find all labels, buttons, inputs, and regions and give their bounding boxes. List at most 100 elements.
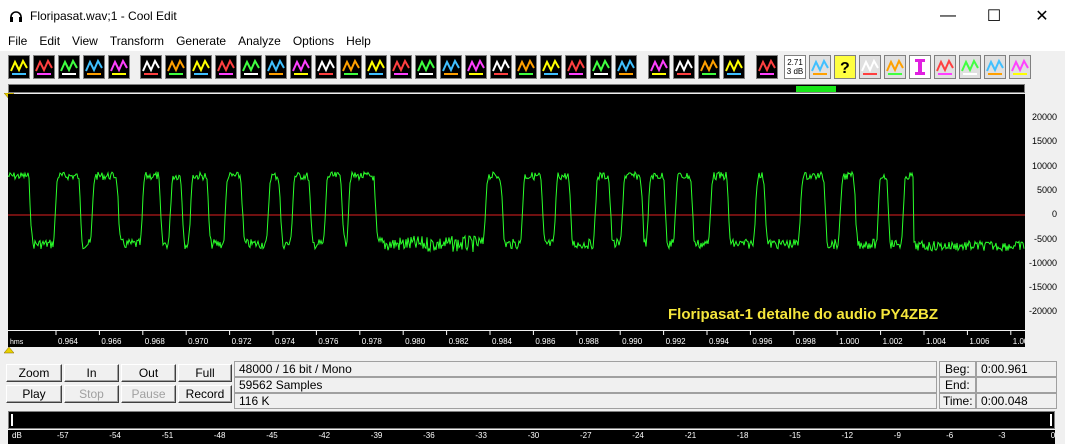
vu-db-label: -6 [946,431,954,440]
power-icon[interactable] [565,55,587,79]
vu-scale: dB -57 -54 -51 -48 -45 -42 -39 -36 -33 -30 -27 -24 -2… [8,430,1055,444]
save-selection-icon[interactable] [83,55,105,79]
minimize-button[interactable]: — [925,0,971,31]
beg-value[interactable]: 0:00.961 [976,361,1057,377]
waveform-trace [7,170,1025,253]
db-icon[interactable]: 2.71 3 dB [784,55,806,79]
zoom-button[interactable]: Zoom [6,364,62,382]
vu-db-label: -57 [57,431,69,440]
wave-icon[interactable] [490,55,512,79]
time-label: 0.994 [709,337,730,346]
menu-edit[interactable]: Edit [33,34,66,48]
bars-icon[interactable] [340,55,362,79]
gap-icon[interactable] [165,55,187,79]
wave-curl-icon[interactable] [590,55,612,79]
compress-icon[interactable] [615,55,637,79]
refresh-icon[interactable] [859,55,881,79]
window-title: Floripasat.wav;1 - Cool Edit [30,8,177,23]
fade4-icon[interactable] [756,55,778,79]
fax-icon[interactable] [884,55,906,79]
stop-button[interactable]: Stop [64,385,119,403]
amplitude-scale: 20000 15000 10000 5000 0 -5000 -10000 -15000 -20… [1025,105,1065,330]
notes-icon[interactable] [959,55,981,79]
record-dot-icon[interactable] [240,55,262,79]
pause-button[interactable]: Pause [121,385,176,403]
zoom-overview-thumb[interactable] [796,86,836,92]
cursor-icon[interactable] [934,55,956,79]
spectrum2-icon[interactable] [465,55,487,79]
zoom-full-button[interactable]: Full [178,364,232,382]
list2-icon[interactable] [1009,55,1031,79]
time-ruler-svg: hms 0.964 0.966 0.968 0.970 0.972 0.974 0.976 0.… [10,331,1033,346]
zoom-overview-bar[interactable] [8,84,1025,93]
time-label: 0.988 [579,337,600,346]
radio-icon[interactable] [390,55,412,79]
fx-icon[interactable] [909,55,931,79]
filter-icon[interactable] [540,55,562,79]
time-label: 0.980 [405,337,426,346]
noise-icon[interactable] [265,55,287,79]
time-label: 1.008 [1013,337,1025,346]
note-icon[interactable] [215,55,237,79]
time-label: 1.006 [969,337,990,346]
menu-help[interactable]: Help [340,34,377,48]
help-icon[interactable]: ? [834,55,856,79]
list-icon[interactable] [984,55,1006,79]
zoom-out-button[interactable]: Out [121,364,176,382]
save-icon[interactable] [58,55,80,79]
time-ruler[interactable]: hms 0.964 0.966 0.968 0.970 0.972 0.974 0.976 0.… [8,331,1033,347]
menu-options[interactable]: Options [287,34,340,48]
time-label: 0.990 [622,337,643,346]
vu-db-label: -54 [109,431,121,440]
end-value[interactable] [976,377,1057,393]
time-label: 0.966 [101,337,122,346]
vu-db-label: -9 [893,431,901,440]
record-button[interactable]: Record [178,385,232,403]
play-button[interactable]: Play [6,385,62,403]
time-label: Time: [939,393,976,409]
menu-transform[interactable]: Transform [104,34,170,48]
loop-icon[interactable] [190,55,212,79]
db-button-line1: 2.71 [787,58,803,67]
cd-icon[interactable] [809,55,831,79]
menu-generate[interactable]: Generate [170,34,232,48]
fade1-icon[interactable] [673,55,695,79]
arrow-down-icon[interactable] [290,55,312,79]
time-label: 0.996 [752,337,773,346]
fade3-icon[interactable] [723,55,745,79]
triangle-icon[interactable] [315,55,337,79]
vu-db-label: -36 [423,431,435,440]
timer-icon[interactable] [365,55,387,79]
amplitude-label: 20000 [1031,112,1057,122]
pencil-icon[interactable] [8,55,30,79]
time-label: 0.998 [796,337,817,346]
equalizer-icon[interactable] [515,55,537,79]
close-button[interactable]: ✕ [1019,0,1065,31]
waveform-display[interactable]: Floripasat-1 detalhe do audio PY4ZBZ [7,94,1025,330]
fade2-icon[interactable] [698,55,720,79]
maximize-button[interactable]: ☐ [971,0,1017,31]
end-marker-icon[interactable] [4,347,14,355]
amplitude-label: -5000 [1033,233,1057,244]
vu-db-label: -39 [370,431,383,440]
cascade-icon[interactable] [440,55,462,79]
expand-icon[interactable] [648,55,670,79]
menu-analyze[interactable]: Analyze [232,34,287,48]
time-label: 0.984 [492,337,513,346]
vu-meter [8,411,1055,429]
headphones-icon[interactable] [108,55,130,79]
cool-edit-window: Floripasat.wav;1 - Cool Edit — ☐ ✕ File E… [0,0,1065,444]
vu-db-label: 0 [1050,431,1056,440]
spectrum-icon[interactable] [415,55,437,79]
zoom-in-button[interactable]: In [64,364,119,382]
vu-db-label: -42 [318,431,331,440]
rewind-icon[interactable] [140,55,162,79]
time-label: 0.992 [666,337,687,346]
time-value[interactable]: 0:00.048 [976,393,1057,409]
amplitude-label: 5000 [1036,184,1057,195]
menu-view[interactable]: View [66,34,104,48]
open-file-icon[interactable] [33,55,55,79]
waveform-svg: Floripasat-1 detalhe do audio PY4ZBZ [7,170,1025,323]
amplitude-label: -15000 [1028,282,1057,293]
menu-file[interactable]: File [0,34,33,48]
